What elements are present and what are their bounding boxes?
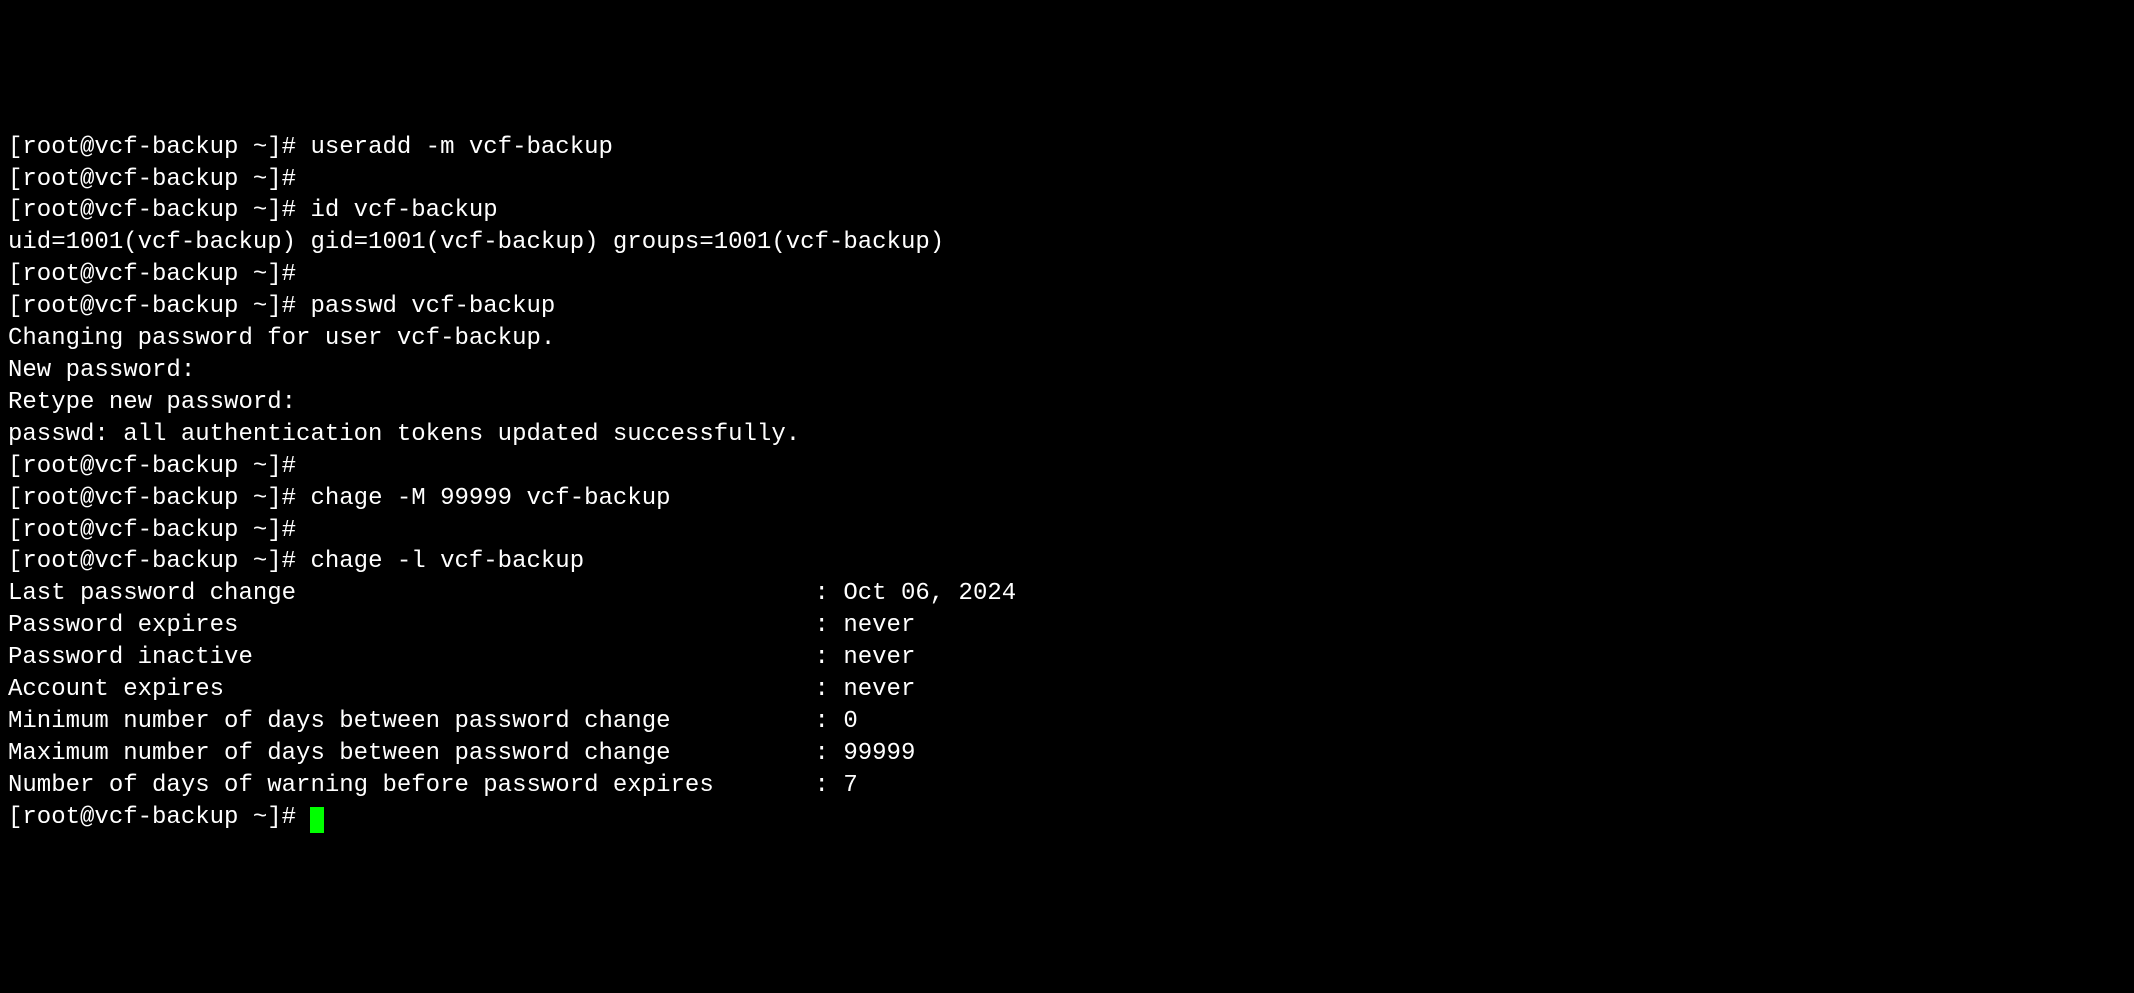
terminal-line: [root@vcf-backup ~]# chage -l vcf-backup <box>8 546 2126 578</box>
chage-row: Password inactive : never <box>8 642 2126 674</box>
terminal-output-line: New password: <box>8 355 2126 387</box>
terminal-output-line: Retype new password: <box>8 387 2126 419</box>
shell-prompt: [root@vcf-backup ~]# <box>8 166 310 193</box>
cursor-icon <box>310 807 324 833</box>
shell-prompt: [root@vcf-backup ~]# <box>8 134 310 161</box>
shell-prompt: [root@vcf-backup ~]# <box>8 548 310 575</box>
terminal-output[interactable]: [root@vcf-backup ~]# useradd -m vcf-back… <box>8 132 2126 834</box>
terminal-output-line: passwd: all authentication tokens update… <box>8 419 2126 451</box>
command-text: chage -l vcf-backup <box>310 548 584 575</box>
terminal-output-line: uid=1001(vcf-backup) gid=1001(vcf-backup… <box>8 227 2126 259</box>
shell-prompt: [root@vcf-backup ~]# <box>8 453 310 480</box>
terminal-line: [root@vcf-backup ~]# passwd vcf-backup <box>8 291 2126 323</box>
command-text: chage -M 99999 vcf-backup <box>310 485 670 512</box>
terminal-output-line: Changing password for user vcf-backup. <box>8 323 2126 355</box>
terminal-line: [root@vcf-backup ~]# <box>8 515 2126 547</box>
shell-prompt: [root@vcf-backup ~]# <box>8 293 310 320</box>
shell-prompt: [root@vcf-backup ~]# <box>8 804 310 831</box>
command-text: passwd vcf-backup <box>310 293 555 320</box>
terminal-line: [root@vcf-backup ~]# id vcf-backup <box>8 195 2126 227</box>
chage-row: Number of days of warning before passwor… <box>8 770 2126 802</box>
command-text: useradd -m vcf-backup <box>310 134 612 161</box>
command-text: id vcf-backup <box>310 197 497 224</box>
terminal-line: [root@vcf-backup ~]# useradd -m vcf-back… <box>8 132 2126 164</box>
shell-prompt: [root@vcf-backup ~]# <box>8 261 310 288</box>
chage-row: Account expires : never <box>8 674 2126 706</box>
terminal-line: [root@vcf-backup ~]# chage -M 99999 vcf-… <box>8 483 2126 515</box>
terminal-line: [root@vcf-backup ~]# <box>8 164 2126 196</box>
terminal-line: [root@vcf-backup ~]# <box>8 802 2126 834</box>
chage-row: Minimum number of days between password … <box>8 706 2126 738</box>
chage-row: Password expires : never <box>8 610 2126 642</box>
chage-row: Last password change : Oct 06, 2024 <box>8 578 2126 610</box>
shell-prompt: [root@vcf-backup ~]# <box>8 485 310 512</box>
terminal-line: [root@vcf-backup ~]# <box>8 259 2126 291</box>
chage-row: Maximum number of days between password … <box>8 738 2126 770</box>
shell-prompt: [root@vcf-backup ~]# <box>8 197 310 224</box>
shell-prompt: [root@vcf-backup ~]# <box>8 517 310 544</box>
terminal-line: [root@vcf-backup ~]# <box>8 451 2126 483</box>
